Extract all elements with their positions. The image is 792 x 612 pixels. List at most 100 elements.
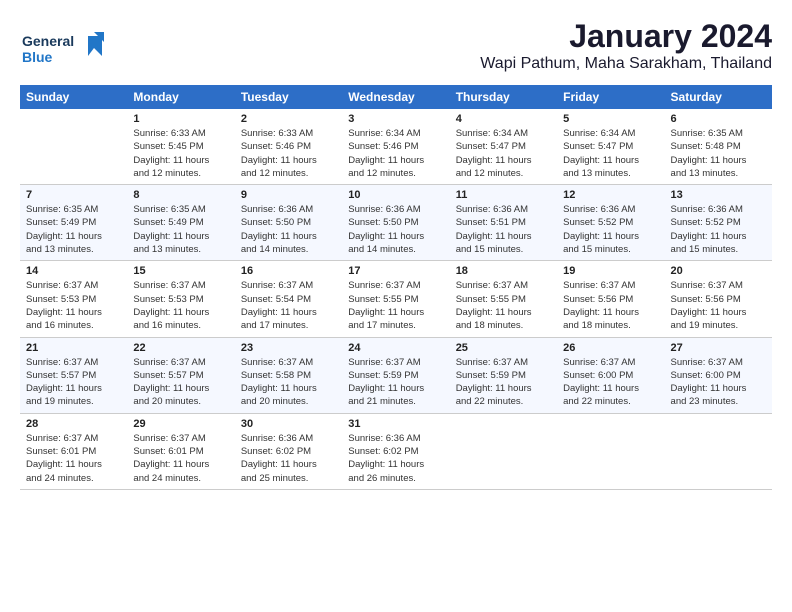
- table-row: 11Sunrise: 6:36 AMSunset: 5:51 PMDayligh…: [450, 185, 557, 261]
- table-row: 10Sunrise: 6:36 AMSunset: 5:50 PMDayligh…: [342, 185, 449, 261]
- day-info: Sunrise: 6:36 AMSunset: 5:50 PMDaylight:…: [241, 204, 317, 255]
- table-row: 16Sunrise: 6:37 AMSunset: 5:54 PMDayligh…: [235, 261, 342, 337]
- day-info: Sunrise: 6:37 AMSunset: 5:53 PMDaylight:…: [26, 280, 102, 331]
- table-row: 9 Sunrise: 6:36 AMSunset: 5:50 PMDaylight…: [235, 185, 342, 261]
- day-info: Sunrise: 6:37 AMSunset: 5:57 PMDaylight:…: [133, 357, 209, 408]
- day-info: Sunrise: 6:35 AMSunset: 5:49 PMDaylight:…: [133, 204, 209, 255]
- day-info: Sunrise: 6:37 AMSunset: 5:55 PMDaylight:…: [456, 280, 532, 331]
- col-wednesday: Wednesday: [342, 85, 449, 109]
- day-number: 27: [671, 342, 766, 354]
- day-number: 29: [133, 418, 228, 430]
- col-saturday: Saturday: [665, 85, 772, 109]
- day-info: Sunrise: 6:37 AMSunset: 5:58 PMDaylight:…: [241, 357, 317, 408]
- calendar-week-row: 7 Sunrise: 6:35 AMSunset: 5:49 PMDaylight…: [20, 185, 772, 261]
- table-row: 5Sunrise: 6:34 AMSunset: 5:47 PMDaylight…: [557, 109, 664, 185]
- day-number: 10: [348, 189, 443, 201]
- day-info: Sunrise: 6:37 AMSunset: 6:00 PMDaylight:…: [671, 357, 747, 408]
- day-number: 12: [563, 189, 658, 201]
- day-number: 23: [241, 342, 336, 354]
- calendar-week-row: 1Sunrise: 6:33 AMSunset: 5:45 PMDaylight…: [20, 109, 772, 185]
- day-number: 22: [133, 342, 228, 354]
- table-row: 27 Sunrise: 6:37 AMSunset: 6:00 PMDayligh…: [665, 337, 772, 413]
- location-title: Wapi Pathum, Maha Sarakham, Thailand: [480, 55, 772, 73]
- col-monday: Monday: [127, 85, 234, 109]
- table-row: [20, 109, 127, 185]
- table-row: 7 Sunrise: 6:35 AMSunset: 5:49 PMDaylight…: [20, 185, 127, 261]
- svg-text:General: General: [22, 33, 74, 49]
- day-number: 26: [563, 342, 658, 354]
- title-section: January 2024 Wapi Pathum, Maha Sarakham,…: [480, 18, 772, 73]
- table-row: 18 Sunrise: 6:37 AMSunset: 5:55 PMDayligh…: [450, 261, 557, 337]
- top-row: General Blue January 2024 Wapi Pathum, M…: [20, 18, 772, 79]
- table-row: 2 Sunrise: 6:33 AMSunset: 5:46 PMDaylight…: [235, 109, 342, 185]
- day-info: Sunrise: 6:36 AMSunset: 6:02 PMDaylight:…: [241, 433, 317, 484]
- day-number: 14: [26, 265, 121, 277]
- day-number: 2: [241, 113, 336, 125]
- day-number: 6: [671, 113, 766, 125]
- day-number: 13: [671, 189, 766, 201]
- day-number: 15: [133, 265, 228, 277]
- day-info: Sunrise: 6:35 AMSunset: 5:49 PMDaylight:…: [26, 204, 102, 255]
- day-number: 31: [348, 418, 443, 430]
- table-row: [450, 413, 557, 489]
- col-thursday: Thursday: [450, 85, 557, 109]
- col-sunday: Sunday: [20, 85, 127, 109]
- day-info: Sunrise: 6:37 AMSunset: 6:01 PMDaylight:…: [26, 433, 102, 484]
- col-friday: Friday: [557, 85, 664, 109]
- day-info: Sunrise: 6:37 AMSunset: 5:54 PMDaylight:…: [241, 280, 317, 331]
- table-row: 26 Sunrise: 6:37 AMSunset: 6:00 PMDayligh…: [557, 337, 664, 413]
- table-row: [557, 413, 664, 489]
- col-tuesday: Tuesday: [235, 85, 342, 109]
- table-row: 24Sunrise: 6:37 AMSunset: 5:59 PMDayligh…: [342, 337, 449, 413]
- day-number: 21: [26, 342, 121, 354]
- table-row: 3 Sunrise: 6:34 AMSunset: 5:46 PMDaylight…: [342, 109, 449, 185]
- calendar-week-row: 28Sunrise: 6:37 AMSunset: 6:01 PMDayligh…: [20, 413, 772, 489]
- table-row: 1Sunrise: 6:33 AMSunset: 5:45 PMDaylight…: [127, 109, 234, 185]
- table-row: 23 Sunrise: 6:37 AMSunset: 5:58 PMDayligh…: [235, 337, 342, 413]
- day-info: Sunrise: 6:36 AMSunset: 5:52 PMDaylight:…: [563, 204, 639, 255]
- day-info: Sunrise: 6:35 AMSunset: 5:48 PMDaylight:…: [671, 128, 747, 179]
- day-info: Sunrise: 6:34 AMSunset: 5:46 PMDaylight:…: [348, 128, 424, 179]
- calendar-week-row: 21 Sunrise: 6:37 AMSunset: 5:57 PMDayligh…: [20, 337, 772, 413]
- day-info: Sunrise: 6:36 AMSunset: 5:52 PMDaylight:…: [671, 204, 747, 255]
- day-number: 24: [348, 342, 443, 354]
- calendar-table: Sunday Monday Tuesday Wednesday Thursday…: [20, 85, 772, 490]
- day-number: 11: [456, 189, 551, 201]
- day-info: Sunrise: 6:37 AMSunset: 6:01 PMDaylight:…: [133, 433, 209, 484]
- day-number: 4: [456, 113, 551, 125]
- table-row: 14 Sunrise: 6:37 AMSunset: 5:53 PMDayligh…: [20, 261, 127, 337]
- day-info: Sunrise: 6:37 AMSunset: 5:56 PMDaylight:…: [671, 280, 747, 331]
- day-number: 7: [26, 189, 121, 201]
- day-info: Sunrise: 6:37 AMSunset: 5:56 PMDaylight:…: [563, 280, 639, 331]
- day-number: 3: [348, 113, 443, 125]
- month-title: January 2024: [480, 18, 772, 55]
- day-info: Sunrise: 6:37 AMSunset: 5:59 PMDaylight:…: [456, 357, 532, 408]
- table-row: 6 Sunrise: 6:35 AMSunset: 5:48 PMDaylight…: [665, 109, 772, 185]
- logo: General Blue: [20, 28, 110, 75]
- table-row: 12 Sunrise: 6:36 AMSunset: 5:52 PMDayligh…: [557, 185, 664, 261]
- calendar-header-row: Sunday Monday Tuesday Wednesday Thursday…: [20, 85, 772, 109]
- table-row: [665, 413, 772, 489]
- day-number: 25: [456, 342, 551, 354]
- day-info: Sunrise: 6:33 AMSunset: 5:46 PMDaylight:…: [241, 128, 317, 179]
- table-row: 19Sunrise: 6:37 AMSunset: 5:56 PMDayligh…: [557, 261, 664, 337]
- day-info: Sunrise: 6:36 AMSunset: 6:02 PMDaylight:…: [348, 433, 424, 484]
- svg-text:Blue: Blue: [22, 49, 53, 65]
- table-row: 13 Sunrise: 6:36 AMSunset: 5:52 PMDayligh…: [665, 185, 772, 261]
- table-row: 29 Sunrise: 6:37 AMSunset: 6:01 PMDayligh…: [127, 413, 234, 489]
- day-number: 18: [456, 265, 551, 277]
- logo-svg: General Blue: [20, 28, 110, 70]
- day-number: 30: [241, 418, 336, 430]
- page: General Blue January 2024 Wapi Pathum, M…: [0, 0, 792, 500]
- table-row: 20 Sunrise: 6:37 AMSunset: 5:56 PMDayligh…: [665, 261, 772, 337]
- table-row: 25 Sunrise: 6:37 AMSunset: 5:59 PMDayligh…: [450, 337, 557, 413]
- day-number: 17: [348, 265, 443, 277]
- table-row: 31 Sunrise: 6:36 AMSunset: 6:02 PMDayligh…: [342, 413, 449, 489]
- day-number: 20: [671, 265, 766, 277]
- day-info: Sunrise: 6:37 AMSunset: 6:00 PMDaylight:…: [563, 357, 639, 408]
- calendar-week-row: 14 Sunrise: 6:37 AMSunset: 5:53 PMDayligh…: [20, 261, 772, 337]
- day-number: 9: [241, 189, 336, 201]
- calendar-body: 1Sunrise: 6:33 AMSunset: 5:45 PMDaylight…: [20, 109, 772, 489]
- day-number: 1: [133, 113, 228, 125]
- table-row: 4Sunrise: 6:34 AMSunset: 5:47 PMDaylight…: [450, 109, 557, 185]
